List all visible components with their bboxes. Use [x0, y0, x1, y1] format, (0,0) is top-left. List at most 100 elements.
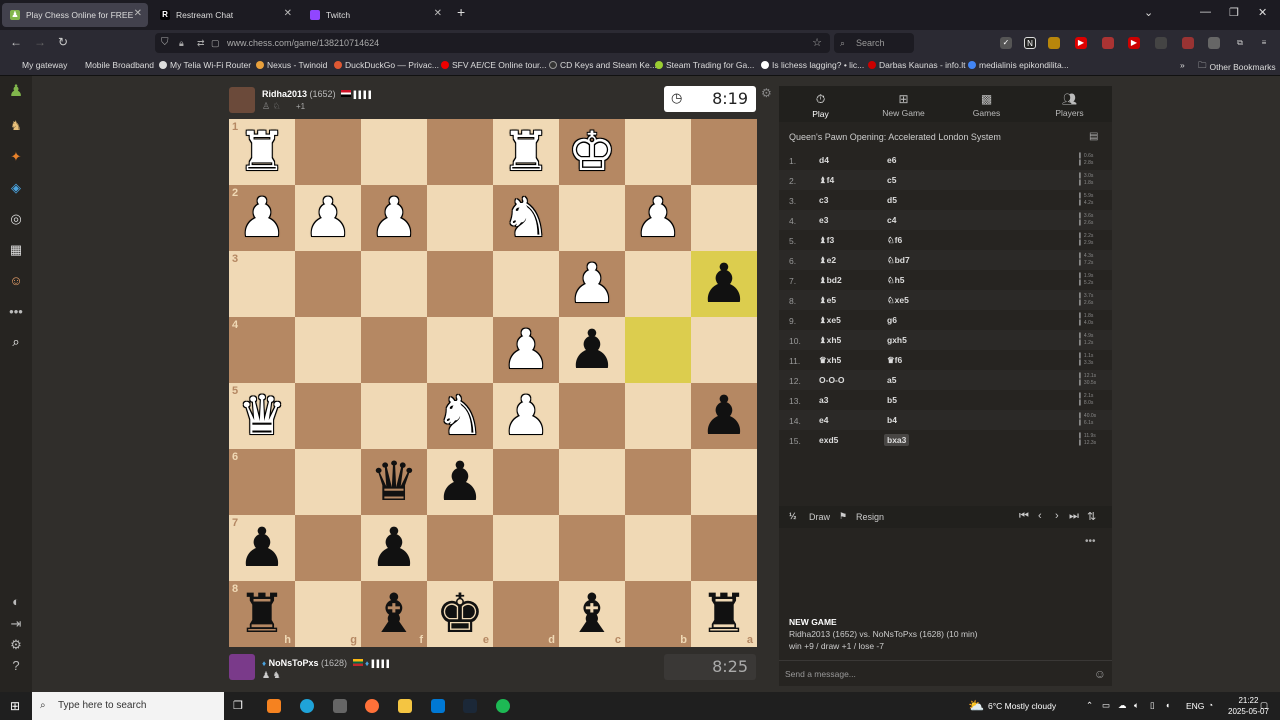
extension-badge-icon[interactable]	[1182, 37, 1194, 49]
settings-gear-icon[interactable]: ⚙	[8, 637, 24, 653]
board-square[interactable]	[625, 119, 691, 185]
board-square[interactable]: ♛	[361, 449, 427, 515]
black-move[interactable]: a5	[887, 375, 896, 385]
bottom-player-name[interactable]: ♦ NoNsToPxs (1628) ♦ ▌▌▌▌	[262, 658, 391, 668]
board-square[interactable]: ♟	[559, 251, 625, 317]
avatar[interactable]	[229, 654, 255, 680]
board-square[interactable]	[559, 383, 625, 449]
black-move[interactable]: ♘f6	[887, 235, 902, 246]
board-square[interactable]	[295, 449, 361, 515]
black-bishop-piece[interactable]: ♝	[361, 581, 427, 647]
white-move[interactable]: ♝e5	[819, 295, 836, 306]
white-move[interactable]: c3	[819, 195, 828, 205]
collapse-icon[interactable]: ⇥	[8, 616, 24, 632]
help-icon[interactable]: ?	[8, 658, 24, 674]
black-move[interactable]: ♘xe5	[887, 295, 909, 306]
black-move[interactable]: bxa3	[884, 434, 910, 446]
white-move[interactable]: d4	[819, 155, 829, 165]
board-square[interactable]	[559, 449, 625, 515]
pocket-icon[interactable]: ✓	[1000, 37, 1012, 49]
new-tab-icon[interactable]: +	[457, 4, 465, 20]
bookmark-item[interactable]: Is lichess lagging? • lic...	[761, 60, 864, 70]
board-square[interactable]: 6	[229, 449, 295, 515]
board-square[interactable]: ♟	[691, 383, 757, 449]
language-indicator[interactable]: ENG	[1186, 701, 1204, 711]
black-move[interactable]: ♛f6	[887, 355, 902, 366]
white-move[interactable]: O-O-O	[819, 375, 845, 385]
notifications-icon[interactable]: ▢	[1260, 700, 1268, 711]
board-square[interactable]: ♛ 5	[229, 383, 295, 449]
board-square[interactable]	[691, 119, 757, 185]
more-icon[interactable]: •••	[8, 304, 24, 320]
url-bar[interactable]: ⛉ 🔒︎ ⇄ ▢ www.chess.com/game/138210714624…	[155, 33, 830, 53]
board-settings-gear-icon[interactable]: ⚙	[761, 86, 772, 100]
steam-icon[interactable]	[463, 699, 477, 713]
draw-button[interactable]: Draw	[809, 512, 830, 522]
mic-icon[interactable]: ▯	[1150, 700, 1155, 711]
white-move[interactable]: exd5	[819, 435, 838, 445]
board-square[interactable]	[427, 251, 493, 317]
bookmark-item[interactable]: Mobile Broadband	[85, 60, 154, 70]
bookmark-item[interactable]: medialinis epikondilita...	[968, 60, 1069, 70]
cloud-icon[interactable]: ☁	[1118, 700, 1127, 711]
board-square[interactable]: ♟	[295, 185, 361, 251]
white-move[interactable]: a3	[819, 395, 828, 405]
board-square[interactable]	[625, 251, 691, 317]
more-options-icon[interactable]: •••	[1085, 536, 1096, 547]
white-move[interactable]: ♝f4	[819, 175, 834, 186]
tab-players[interactable]: 👥︎ Players	[1028, 86, 1111, 122]
back-icon[interactable]: ←	[10, 35, 22, 49]
opening-name[interactable]: Queen's Pawn Opening: Accelerated London…	[789, 132, 1001, 142]
bookmarks-overflow-icon[interactable]: »	[1180, 60, 1185, 70]
menu-icon[interactable]: ≡	[1258, 37, 1270, 49]
social-icon[interactable]: ☺	[8, 273, 24, 289]
chat-input[interactable]: Send a message... ☺	[779, 660, 1112, 686]
board-square[interactable]: ♜ a	[691, 581, 757, 647]
tray-chevron-icon[interactable]: ⌃	[1086, 700, 1093, 711]
volume-icon[interactable]: ◖	[1165, 700, 1170, 710]
board-square[interactable]	[427, 515, 493, 581]
puzzles-icon[interactable]: ✦	[8, 149, 24, 165]
search-input[interactable]: ⌕ Search	[834, 33, 914, 53]
chevron-down-icon[interactable]: ⌄	[1144, 6, 1153, 19]
flip-board-icon[interactable]: ⇅	[1087, 510, 1096, 523]
board-square[interactable]: ♜ 8 h	[229, 581, 295, 647]
board-square[interactable]: ♟	[559, 317, 625, 383]
board-square[interactable]: ♟	[493, 317, 559, 383]
white-move[interactable]: e4	[819, 415, 828, 425]
resign-button[interactable]: Resign	[856, 512, 884, 522]
board-square[interactable]	[295, 251, 361, 317]
close-tab-icon[interactable]: ✕	[134, 8, 142, 19]
avatar[interactable]	[229, 87, 255, 113]
black-pawn-piece[interactable]: ♟	[427, 449, 493, 515]
wifi-icon[interactable]: ◔	[1208, 700, 1213, 710]
bookmark-item[interactable]: Steam Trading for Ga...	[655, 60, 754, 70]
last-move-icon[interactable]: ⏭	[1069, 510, 1079, 523]
board-square[interactable]: ♚ e	[427, 581, 493, 647]
chess-board[interactable]: ♜ 1 ♜ ♚ ♟ 2 ♟ ♟ ♞ ♟ 3 ♟ ♟ 4 ♟ ♟ ♛ 5 ♞ ♟ ♟ 6 ♛ ♟ ♟ 7 ♟ ♜ 8 h g ♝ f ♚ e d ♝ c b ♜…	[229, 119, 757, 647]
tab-chess[interactable]: ♟ Play Chess Online for FREE ✕	[2, 3, 148, 27]
black-move[interactable]: d5	[887, 195, 897, 205]
board-square[interactable]	[427, 317, 493, 383]
black-queen-piece[interactable]: ♛	[361, 449, 427, 515]
white-move[interactable]: ♝e2	[819, 255, 836, 266]
spotify-icon[interactable]	[496, 699, 510, 713]
taskbar-search-input[interactable]: ⌕ Type here to search	[32, 692, 224, 720]
board-square[interactable]: ♜	[493, 119, 559, 185]
board-square[interactable]	[559, 185, 625, 251]
board-square[interactable]: ♟	[625, 185, 691, 251]
board-square[interactable]: ♝ f	[361, 581, 427, 647]
black-move[interactable]: ♘bd7	[887, 255, 910, 266]
board-square[interactable]: b	[625, 581, 691, 647]
board-square[interactable]	[295, 383, 361, 449]
black-pawn-piece[interactable]: ♟	[691, 383, 757, 449]
board-square[interactable]	[625, 383, 691, 449]
white-knight-piece[interactable]: ♞	[427, 383, 493, 449]
close-tab-icon[interactable]: ✕	[284, 8, 292, 19]
board-square[interactable]: d	[493, 581, 559, 647]
board-square[interactable]: ♟	[361, 185, 427, 251]
board-square[interactable]	[625, 449, 691, 515]
black-move[interactable]: e6	[887, 155, 896, 165]
watch-icon[interactable]: ◎	[8, 211, 24, 227]
board-square[interactable]: g	[295, 581, 361, 647]
